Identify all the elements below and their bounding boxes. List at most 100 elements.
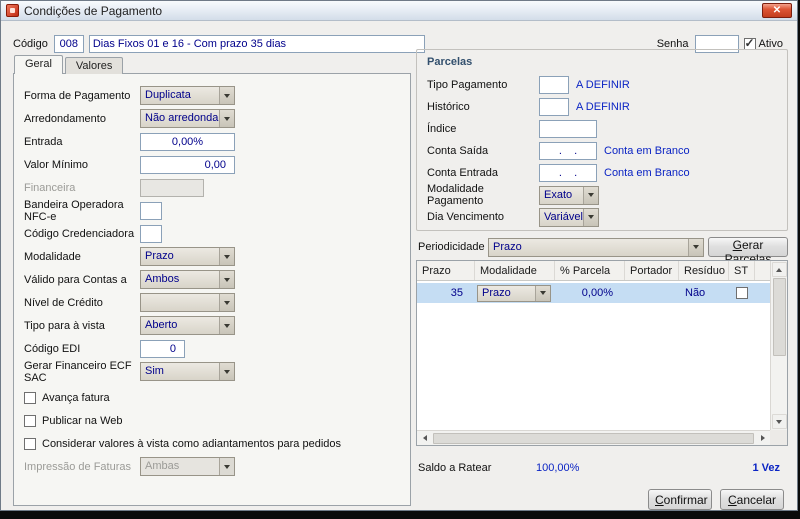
modalidade-select[interactable]: Prazo bbox=[140, 247, 235, 266]
avanca-fatura-checkbox[interactable] bbox=[24, 391, 36, 404]
confirmar-button[interactable]: Confirmar bbox=[648, 489, 712, 510]
bandeira-operadora-input[interactable] bbox=[140, 201, 162, 220]
st-checkbox[interactable] bbox=[736, 287, 748, 299]
horizontal-scrollbar[interactable] bbox=[417, 430, 770, 445]
footer-buttons: Confirmar Cancelar bbox=[648, 489, 784, 510]
form-row: Impressão de Faturas Ambas bbox=[24, 455, 402, 478]
tipo-pagamento-input[interactable] bbox=[539, 76, 569, 94]
chevron-down-icon[interactable] bbox=[219, 87, 234, 104]
chevron-down-icon bbox=[219, 458, 234, 475]
tab-bar: Geral Valores bbox=[14, 55, 125, 74]
impressao-faturas-value: Ambas bbox=[145, 460, 180, 472]
ativo-checkbox[interactable] bbox=[743, 36, 756, 50]
senha-label: Senha bbox=[656, 37, 689, 50]
modalidade-pagamento-select[interactable]: Exato bbox=[539, 185, 599, 205]
nivel-credito-select[interactable] bbox=[140, 293, 235, 312]
vertical-scrollbar[interactable] bbox=[770, 261, 787, 430]
tab-geral[interactable]: Geral bbox=[14, 55, 63, 74]
entrada-input[interactable] bbox=[140, 132, 235, 151]
gerar-parcelas-button[interactable]: Gerar Parcelas bbox=[708, 237, 788, 266]
title-bar[interactable]: Condições de Pagamento ✕ bbox=[1, 1, 797, 21]
historico-note: A DEFINIR bbox=[576, 101, 630, 113]
gerar-ecf-sac-select[interactable]: Sim bbox=[140, 362, 235, 381]
form-row: Dia Vencimento Variável bbox=[427, 206, 777, 228]
conta-saida-input[interactable] bbox=[539, 142, 597, 160]
modalidade-pagamento-label: Modalidade Pagamento bbox=[427, 183, 484, 207]
codigo-credenciadora-input[interactable] bbox=[140, 224, 162, 243]
chevron-down-icon[interactable] bbox=[583, 208, 598, 226]
cell-parcela[interactable]: 0,00% bbox=[555, 287, 625, 299]
form-row: Bandeira Operadora NFC-e bbox=[24, 199, 402, 223]
considerar-adiantamentos-checkbox[interactable] bbox=[24, 437, 36, 450]
tipo-pagamento-label: Tipo Pagamento bbox=[427, 79, 508, 91]
scroll-down-icon[interactable] bbox=[771, 414, 787, 429]
cell-prazo[interactable]: 35 bbox=[417, 287, 475, 299]
confirmar-label: Confirmar bbox=[655, 492, 708, 507]
col-header-st[interactable]: ST bbox=[729, 261, 755, 280]
close-icon[interactable]: ✕ bbox=[762, 3, 792, 18]
col-header-prazo[interactable]: Prazo bbox=[417, 261, 475, 280]
tab-valores[interactable]: Valores bbox=[64, 57, 124, 74]
form-row: Histórico A DEFINIR bbox=[427, 96, 777, 118]
historico-input[interactable] bbox=[539, 98, 569, 116]
chevron-down-icon[interactable] bbox=[219, 317, 234, 334]
chevron-down-icon[interactable] bbox=[219, 363, 234, 380]
valido-contas-select[interactable]: Ambos bbox=[140, 270, 235, 289]
chevron-down-icon[interactable] bbox=[583, 186, 598, 204]
scroll-up-icon[interactable] bbox=[771, 262, 787, 277]
col-header-parcela[interactable]: % Parcela bbox=[555, 261, 625, 280]
chevron-down-icon[interactable] bbox=[535, 285, 550, 301]
publicar-web-checkbox[interactable] bbox=[24, 414, 36, 427]
col-header-residuo[interactable]: Resíduo bbox=[679, 261, 729, 280]
form-row: Modalidade Pagamento Exato bbox=[427, 183, 777, 207]
descricao-input[interactable] bbox=[88, 34, 425, 53]
col-header-modalidade[interactable]: Modalidade bbox=[475, 261, 555, 280]
conta-entrada-input[interactable] bbox=[539, 164, 597, 182]
periodicidade-select[interactable]: Prazo bbox=[488, 237, 704, 257]
valor-minimo-label: Valor Mínimo bbox=[24, 158, 88, 171]
cell-modalidade-select[interactable]: Prazo bbox=[477, 284, 551, 302]
scrollbar-corner bbox=[770, 430, 787, 445]
grid-row[interactable]: 35 Prazo 0,00% Não bbox=[417, 283, 770, 303]
valor-minimo-input[interactable] bbox=[140, 155, 235, 174]
indice-input[interactable] bbox=[539, 120, 597, 138]
vertical-scrollbar-thumb[interactable] bbox=[772, 278, 786, 356]
arredondamento-select[interactable]: Não arredonda bbox=[140, 109, 235, 128]
tipo-vista-select[interactable]: Aberto bbox=[140, 316, 235, 335]
tipo-vista-label: Tipo para à vista bbox=[24, 319, 105, 332]
cell-residuo[interactable]: Não bbox=[679, 287, 729, 299]
saldo-ratear-label: Saldo a Ratear bbox=[418, 462, 492, 474]
conta-saida-label: Conta Saída bbox=[427, 145, 489, 157]
forma-pagamento-select[interactable]: Duplicata bbox=[140, 86, 235, 105]
chevron-down-icon[interactable] bbox=[219, 271, 234, 288]
periodicidade-value: Prazo bbox=[493, 240, 522, 253]
periodicidade-label: Periodicidade bbox=[418, 241, 485, 253]
cell-modalidade: Prazo bbox=[475, 284, 555, 302]
form-row: Forma de Pagamento Duplicata bbox=[24, 84, 402, 107]
conta-saida-note: Conta em Branco bbox=[604, 145, 690, 157]
chevron-down-icon[interactable] bbox=[219, 294, 234, 311]
dia-vencimento-select[interactable]: Variável bbox=[539, 207, 599, 227]
tipo-pagamento-note: A DEFINIR bbox=[576, 79, 630, 91]
col-header-portador[interactable]: Portador bbox=[625, 261, 679, 280]
scroll-right-icon[interactable] bbox=[755, 432, 770, 445]
cancelar-label: Cancelar bbox=[727, 492, 777, 507]
chevron-down-icon[interactable] bbox=[219, 110, 234, 127]
codigo-input[interactable] bbox=[53, 34, 84, 53]
form-row: Código Credenciadora bbox=[24, 222, 402, 245]
codigo-edi-input[interactable] bbox=[140, 339, 185, 358]
horizontal-scrollbar-thumb[interactable] bbox=[433, 432, 754, 444]
historico-label: Histórico bbox=[427, 101, 470, 113]
impressao-faturas-label: Impressão de Faturas bbox=[24, 460, 131, 473]
saldo-ratear-value: 100,00% bbox=[536, 462, 580, 474]
chevron-down-icon[interactable] bbox=[219, 248, 234, 265]
scroll-left-icon[interactable] bbox=[417, 432, 432, 445]
chevron-down-icon[interactable] bbox=[688, 238, 703, 256]
codigo-label: Código bbox=[13, 37, 48, 50]
vezes-value: 1 Vez bbox=[752, 462, 780, 474]
form-row: Tipo Pagamento A DEFINIR bbox=[427, 74, 777, 96]
form-row: Avança fatura bbox=[24, 386, 402, 409]
cancelar-button[interactable]: Cancelar bbox=[720, 489, 784, 510]
payment-conditions-dialog: Condições de Pagamento ✕ Código Senha At… bbox=[0, 0, 798, 511]
form-row: Modalidade Prazo bbox=[24, 245, 402, 268]
